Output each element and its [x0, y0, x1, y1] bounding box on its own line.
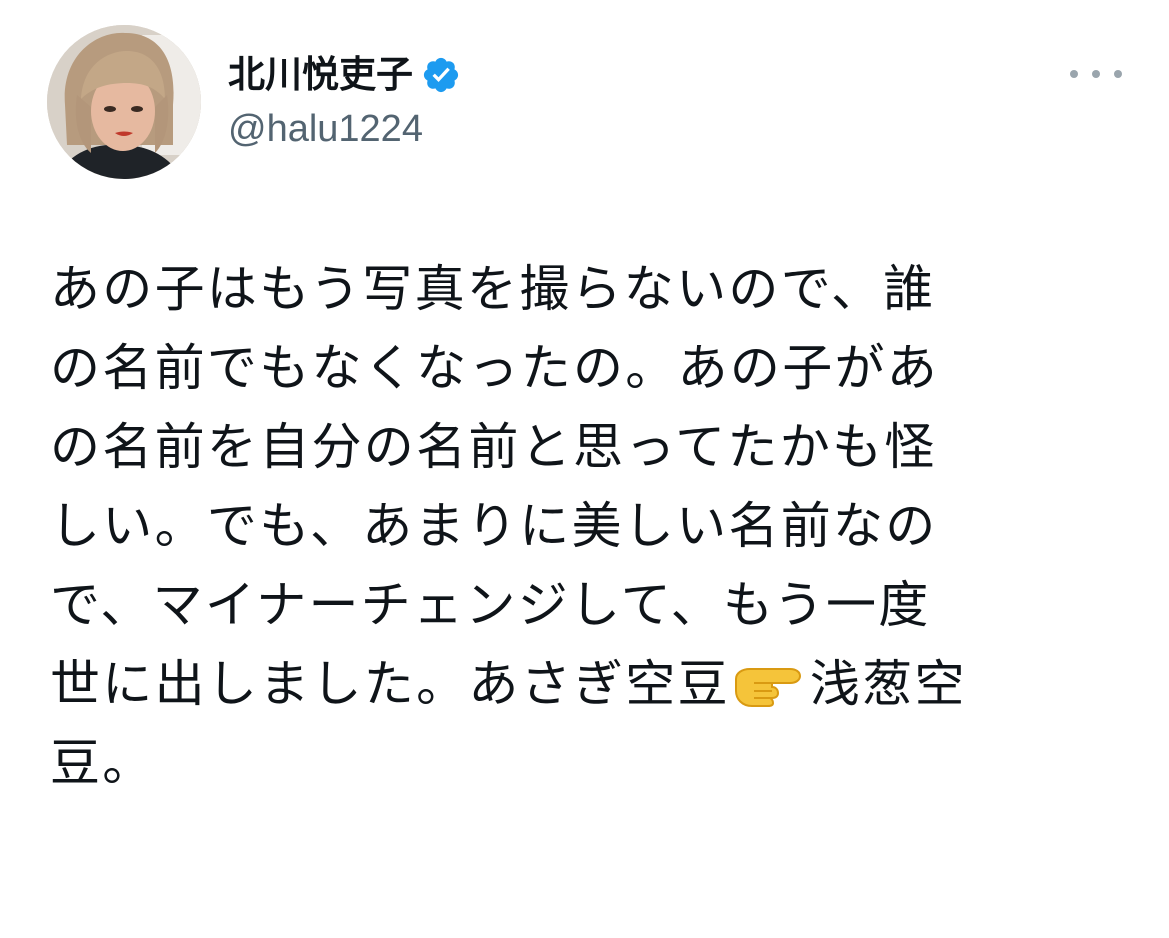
tweet-text-line-with-emoji: 世に出しました。あさぎ空豆 浅葱空	[50, 645, 1125, 724]
more-horizontal-icon-dot	[1092, 70, 1100, 78]
tweet-text-line: で、マイナーチェンジして、もう一度	[50, 576, 931, 634]
more-horizontal-icon-dot	[1114, 70, 1122, 78]
pointing-right-hand-icon	[732, 651, 808, 707]
display-name-row: 北川悦吏子	[228, 50, 461, 100]
tweet-text-line: の名前を自分の名前と思ってたかも怪	[50, 418, 937, 476]
tweet-text-line: しい。でも、あまりに美しい名前なの	[50, 497, 938, 555]
author-info: 北川悦吏子 @halu1224	[228, 50, 461, 152]
more-horizontal-icon	[1070, 70, 1078, 78]
tweet-text-segment: 世に出しました。あさぎ空豆	[50, 655, 730, 713]
tweet-text: あの子はもう写真を撮らないので、誰 の名前でもなくなったの。あの子があ の名前を…	[50, 250, 1125, 803]
tweet-text-line: あの子はもう写真を撮らないので、誰	[50, 260, 936, 318]
tweet-card: 北川悦吏子 @halu1224 あの子はもう写真を撮らないので、誰 の名前でもな…	[0, 0, 1169, 938]
tweet-text-segment: 浅葱空	[809, 655, 967, 713]
avatar[interactable]	[47, 25, 201, 179]
avatar-photo	[47, 25, 201, 179]
tweet-text-line: 豆。	[50, 734, 155, 792]
more-options-button[interactable]	[1070, 60, 1122, 88]
display-name[interactable]: 北川悦吏子	[228, 50, 413, 100]
verified-badge-icon	[421, 55, 461, 95]
tweet-text-line: の名前でもなくなったの。あの子があ	[50, 339, 940, 397]
user-handle[interactable]: @halu1224	[228, 106, 461, 152]
